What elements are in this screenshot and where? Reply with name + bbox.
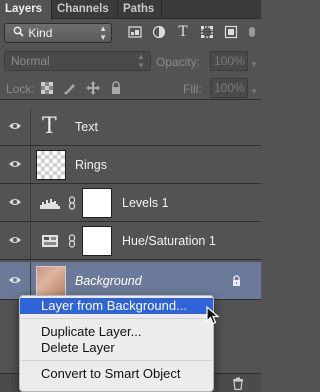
eye-icon — [9, 161, 21, 167]
layer-row-text[interactable]: T Text — [0, 108, 261, 146]
type-filter-icon[interactable]: T — [176, 25, 190, 39]
visibility-toggle[interactable] — [0, 262, 31, 299]
filter-kind-select[interactable]: Kind ▲ ▼ — [4, 23, 112, 43]
lock-label: Lock: — [6, 82, 35, 96]
lock-position-icon[interactable] — [86, 81, 100, 95]
link-chain-icon[interactable] — [68, 196, 76, 210]
layer-row-levels[interactable]: Levels 1 — [0, 184, 261, 222]
eye-icon — [9, 237, 21, 243]
layer-filter-row: Kind ▲ ▼ T — [0, 20, 261, 46]
tab-channels[interactable]: Channels — [52, 0, 118, 19]
layer-name: Background — [75, 274, 142, 288]
blend-mode-select[interactable]: Normal ▲ ▼ — [4, 51, 151, 71]
type-layer-icon: T — [42, 114, 57, 139]
lock-row: Lock: Fill: 100% ▼ — [0, 76, 261, 100]
layer-name: Levels 1 — [122, 196, 169, 210]
select-arrows-icon: ▲ ▼ — [99, 24, 107, 42]
lock-icon — [233, 275, 240, 286]
eye-icon — [9, 123, 21, 129]
trash-icon[interactable] — [232, 377, 244, 390]
levels-adjustment-icon — [40, 199, 60, 209]
filter-kind-label: Kind — [28, 26, 53, 40]
panel-tab-bar: Layers Channels Paths — [0, 0, 261, 20]
menu-separator — [20, 356, 213, 366]
layer-thumbnail — [36, 266, 66, 296]
fill-value: 100% — [214, 81, 245, 95]
tab-layers[interactable]: Layers — [0, 0, 52, 20]
layer-name: Hue/Saturation 1 — [122, 234, 216, 248]
menu-item-convert-to-smart-object[interactable]: Convert to Smart Object — [20, 366, 213, 382]
pixel-filter-icon[interactable] — [128, 25, 142, 39]
menu-item-delete-layer[interactable]: Delete Layer — [20, 340, 213, 356]
menu-item-duplicate-layer[interactable]: Duplicate Layer... — [20, 324, 213, 340]
link-chain-icon[interactable] — [68, 234, 76, 248]
select-arrows-icon: ▲ ▼ — [137, 52, 145, 70]
fill-dropdown-icon[interactable]: ▼ — [250, 83, 258, 101]
visibility-toggle[interactable] — [0, 108, 31, 145]
blend-row: Normal ▲ ▼ Opacity: 100% ▼ — [0, 48, 261, 73]
hue-saturation-adjustment-icon — [42, 235, 58, 247]
blend-mode-value: Normal — [11, 54, 50, 68]
menu-item-layer-from-background[interactable]: Layer from Background... — [20, 298, 213, 314]
lock-transparent-pixels-icon[interactable] — [40, 81, 54, 95]
eye-icon — [9, 199, 21, 205]
visibility-toggle[interactable] — [0, 184, 31, 221]
layer-mask-thumbnail[interactable] — [82, 188, 112, 218]
mouse-cursor-icon — [206, 306, 220, 325]
adjustment-filter-icon[interactable] — [152, 25, 166, 39]
layer-context-menu: Layer from Background... Duplicate Layer… — [19, 295, 214, 392]
opacity-field[interactable]: 100% ▼ — [210, 51, 258, 71]
visibility-toggle[interactable] — [0, 222, 31, 259]
layer-mask-thumbnail[interactable] — [82, 226, 112, 256]
layer-name: Text — [75, 120, 98, 134]
smart-object-filter-icon[interactable] — [224, 25, 238, 39]
layer-row-hue-saturation[interactable]: Hue/Saturation 1 — [0, 222, 261, 260]
eye-icon — [9, 277, 21, 283]
shape-filter-icon[interactable] — [200, 25, 214, 39]
layer-name: Rings — [75, 158, 107, 172]
lock-image-pixels-icon[interactable] — [63, 81, 77, 95]
layers-panel: Layers Channels Paths Kind ▲ ▼ T Normal … — [0, 0, 261, 392]
menu-separator — [20, 314, 213, 324]
tab-paths[interactable]: Paths — [118, 0, 162, 19]
fill-label: Fill: — [183, 82, 202, 96]
opacity-dropdown-icon[interactable]: ▼ — [250, 56, 258, 74]
visibility-toggle[interactable] — [0, 146, 31, 183]
layer-thumbnail — [36, 150, 66, 180]
opacity-value: 100% — [214, 54, 245, 68]
lock-all-icon[interactable] — [109, 81, 123, 95]
filter-toggle-icon[interactable] — [248, 25, 256, 39]
fill-field[interactable]: 100% ▼ — [210, 78, 258, 98]
search-icon — [11, 24, 25, 42]
opacity-label: Opacity: — [156, 55, 201, 69]
layer-row-rings[interactable]: Rings — [0, 146, 261, 184]
